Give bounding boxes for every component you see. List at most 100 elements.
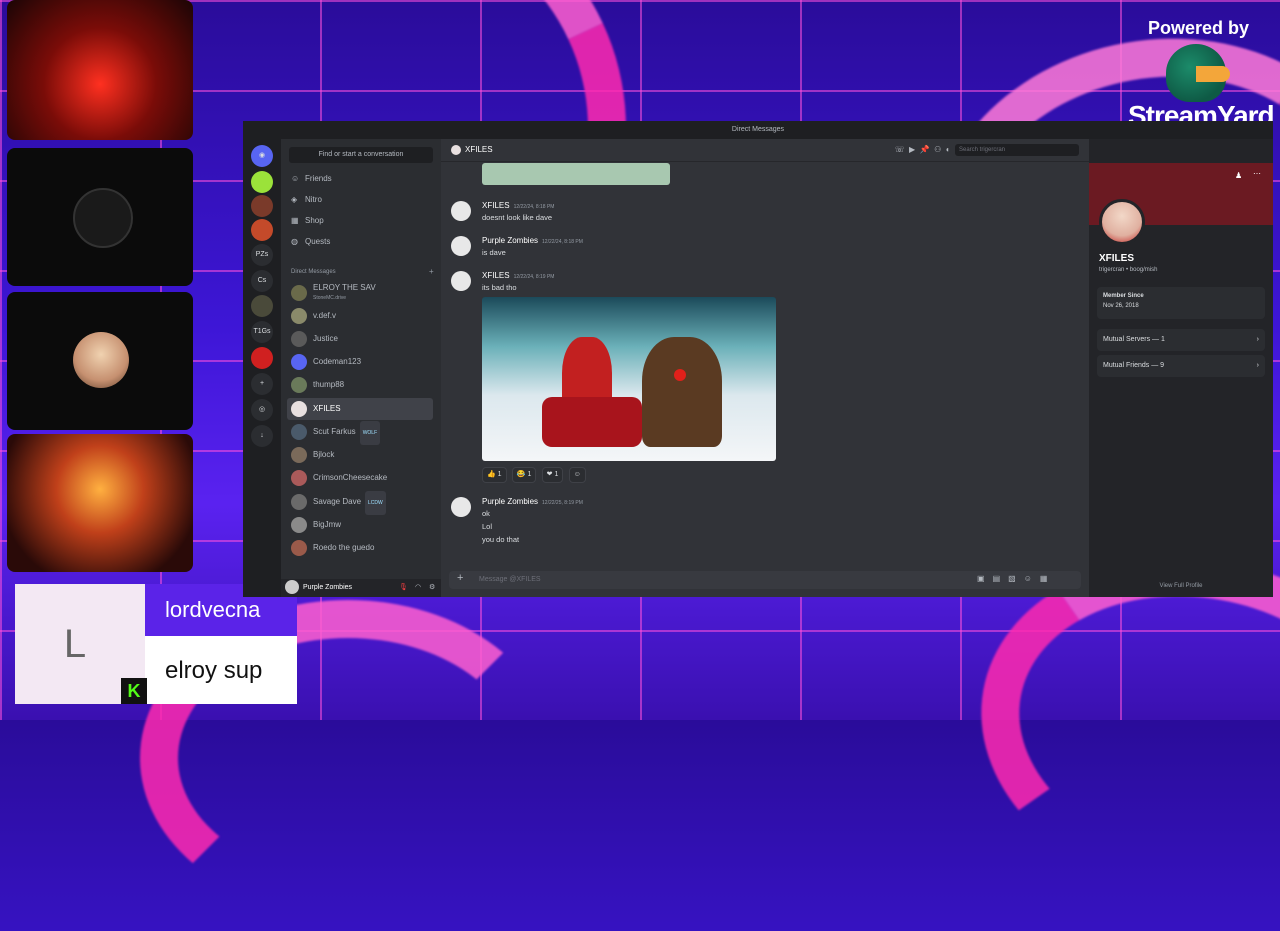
camera-tile-guest [7,292,193,430]
reaction-laugh[interactable]: 😂 1 [511,467,537,483]
dm-item-active[interactable]: XFILES [287,398,433,420]
add-friends-icon[interactable]: ⚇ [934,145,941,154]
mute-mic-icon[interactable]: 🎙 [399,579,408,597]
mutual-friends-row[interactable]: Mutual Friends — 9 › [1097,355,1265,377]
sticker-icon[interactable]: ▧ [1008,574,1024,583]
dm-name: Codeman123 [313,357,362,366]
reaction-emoji: ❤ [546,471,553,478]
friends-icon: ☺ [291,174,300,183]
chevron-right-icon: › [1256,362,1259,369]
mutual-servers-row[interactable]: Mutual Servers — 1 › [1097,329,1265,351]
dm-item[interactable]: ELROY THE SAV StoneMC.drive [287,282,433,304]
video-call-icon[interactable]: ▶ [909,145,915,154]
camera-tile-demon [7,434,193,572]
reaction-count: 1 [497,471,502,478]
santa-reindeer-image[interactable] [482,297,776,461]
attach-plus-icon[interactable]: + [457,572,463,584]
settings-gear-icon[interactable]: ⚙ [429,579,435,597]
dm-name: Scut Farkus WOLF [313,421,381,445]
server-icon[interactable] [251,195,273,217]
emoji-icon[interactable]: ☺ [1024,574,1040,583]
avatar [291,540,307,556]
reaction-heart[interactable]: ❤ 1 [541,467,564,483]
gift-icon[interactable]: ▣ [977,574,993,583]
headset-icon[interactable]: ◠ [415,579,421,597]
server-icon[interactable] [251,171,273,193]
dm-name-text: Savage Dave [313,497,362,506]
dm-name: BigJmw [313,520,342,529]
view-full-profile-link[interactable]: View Full Profile [1089,583,1273,589]
previous-image[interactable] [482,163,670,185]
avatar [291,447,307,463]
nav-shop[interactable]: ▦ Shop [291,213,324,229]
dm-item[interactable]: Scut Farkus WOLF [287,421,433,445]
dm-item[interactable]: thump88 [287,374,433,396]
dm-item[interactable]: Bjlock [287,444,433,466]
explore-icon[interactable]: ◎ [251,399,273,421]
dm-item[interactable]: v.def.v [287,305,433,327]
apps-icon[interactable]: ▦ [1040,574,1056,583]
gif-icon[interactable]: ▤ [993,574,1009,583]
user-name: Purple Zombies [303,584,353,591]
message-author[interactable]: Purple Zombies [482,236,538,245]
profile-avatar [1099,199,1145,245]
nav-label: Nitro [305,195,322,204]
user-avatar [285,580,299,595]
message-timestamp: 12/22/24, 8:18 PM [513,204,555,210]
message-header: Purple Zombies 12/22/24, 8:18 PM [482,236,583,245]
reaction-emoji: 👍 [487,471,496,478]
guest-avatar [73,332,129,388]
dm-item[interactable]: BigJmw [287,514,433,536]
dm-item[interactable]: Savage Dave LCDW [287,491,433,515]
message-text: ok [482,509,490,518]
message-author[interactable]: Purple Zombies [482,497,538,506]
server-folder-t1gs[interactable]: T1Gs [251,321,273,343]
search-input[interactable]: Search trigercran [955,143,1079,156]
dm-badge: WOLF [359,421,381,445]
avatar-initial: L [63,622,87,666]
nav-quests[interactable]: ◍ Quests [291,234,330,250]
avatar [291,470,307,486]
reaction-count: 1 [527,471,532,478]
find-conversation-input[interactable]: Find or start a conversation [289,147,433,163]
nav-friends[interactable]: ☺ Friends [291,171,332,187]
user-profile-icon[interactable]: ◐ [946,145,951,154]
message-timestamp: 12/22/24, 8:18 PM [542,239,583,245]
dm-item[interactable]: Justice [287,328,433,350]
avatar [291,494,307,510]
more-options-icon[interactable]: ⋯ [1253,169,1261,178]
member-since-date: Nov 26, 2018 [1103,303,1139,309]
add-server-icon[interactable]: + [251,373,273,395]
add-reaction-icon[interactable]: ☺ [568,467,586,483]
avatar [291,424,307,440]
mutual-friends-label: Mutual Friends — 9 [1103,362,1165,369]
dm-name: Savage Dave LCDW [313,491,386,515]
download-icon[interactable]: ↓ [251,425,273,447]
add-friend-icon[interactable]: ♟ [1235,171,1242,180]
dm-item[interactable]: CrimsonCheesecake [287,467,433,489]
chat-message: elroy sup [165,657,263,684]
nitro-icon: ◈ [291,195,298,204]
message-author[interactable]: XFILES [482,271,510,280]
voice-call-icon[interactable]: ☏ [895,145,905,154]
server-folder-pzs[interactable]: PZs [251,244,273,266]
message-author[interactable]: XFILES [482,201,510,210]
dm-item[interactable]: Codeman123 [287,351,433,373]
dm-item[interactable]: Roedo the guedo [287,537,433,559]
server-icon[interactable] [251,295,273,317]
server-folder-cs[interactable]: Cs [251,270,273,292]
avatar [291,308,307,324]
reaction-count: 1 [554,471,559,478]
nav-nitro[interactable]: ◈ Nitro [291,192,322,208]
powered-by-label: Powered by [1148,18,1250,38]
reaction-thumbs-up[interactable]: 👍 1 [482,467,507,483]
avatar [291,331,307,347]
server-icon[interactable] [251,347,273,369]
chat-overlay: L K lordvecna elroy sup [15,584,297,704]
channel-header: XFILES ☏ ▶ 📌 ⚇ ◐ Search trigercran [441,139,1089,162]
pin-icon[interactable]: 📌 [920,145,930,154]
discord-home-icon[interactable]: ◉ [251,145,273,167]
kick-icon: K [121,678,147,704]
server-icon[interactable] [251,219,273,241]
add-dm-icon[interactable]: + [429,267,434,276]
